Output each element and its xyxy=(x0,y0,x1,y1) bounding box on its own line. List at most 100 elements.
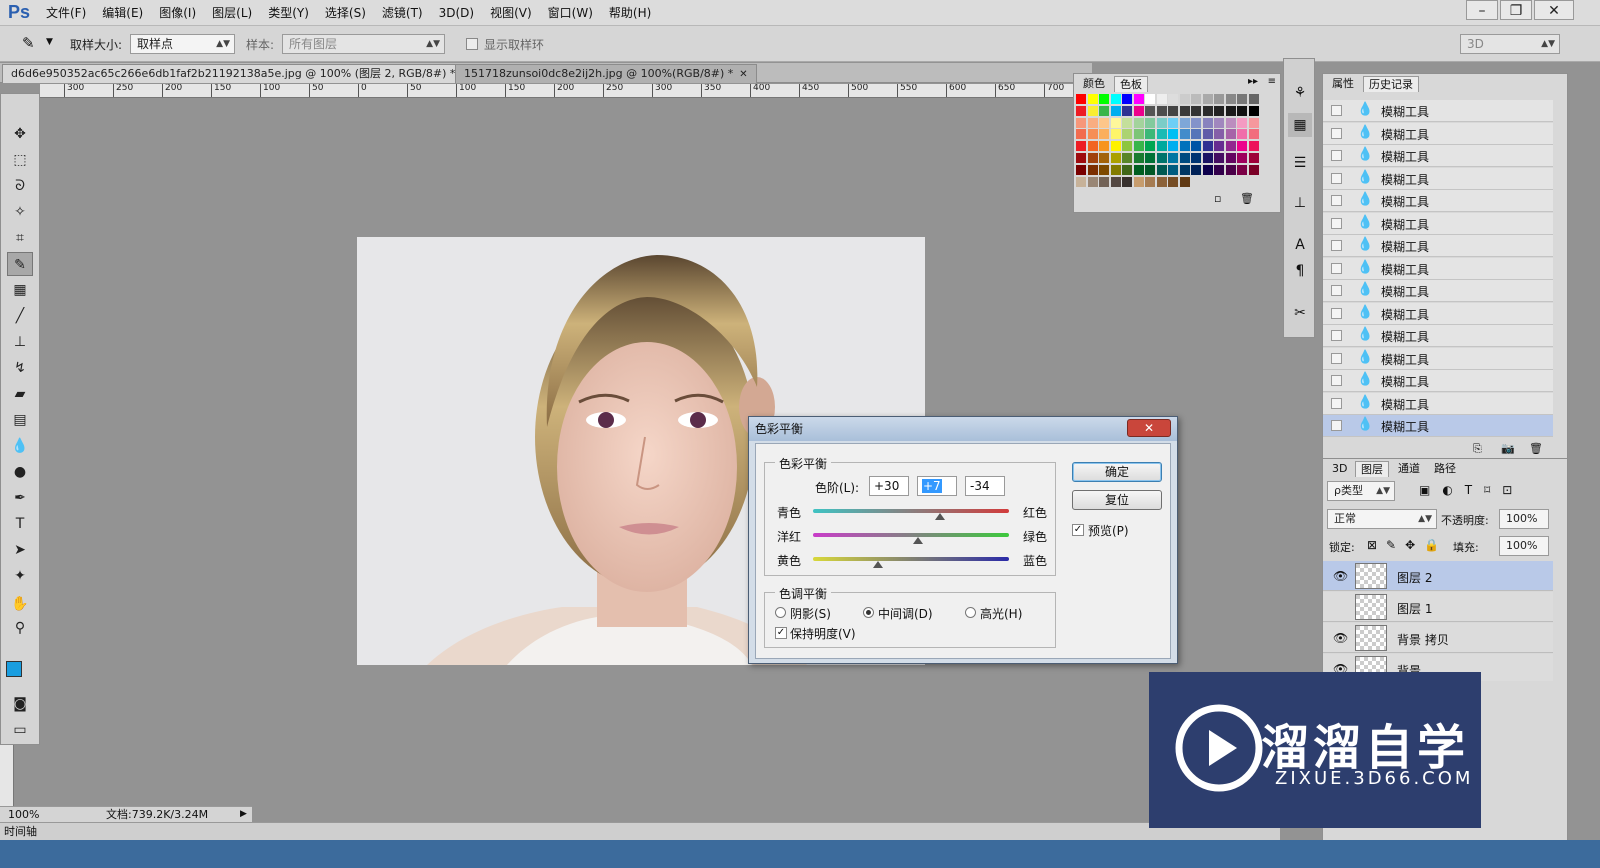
history-snapshot-checkbox[interactable] xyxy=(1331,375,1342,386)
color-swatch[interactable] xyxy=(1099,153,1109,163)
character-icon[interactable]: A xyxy=(1288,233,1312,257)
sample-size-select[interactable]: 取样点 ▲▼ xyxy=(130,34,235,54)
color-swatch[interactable] xyxy=(1248,164,1259,175)
color-swatch[interactable] xyxy=(1099,176,1109,187)
color-swatch[interactable] xyxy=(1133,176,1144,187)
color-swatch[interactable] xyxy=(1076,105,1086,116)
color-swatch[interactable] xyxy=(1248,105,1259,116)
color-swatch[interactable] xyxy=(1225,94,1236,104)
history-snapshot-checkbox[interactable] xyxy=(1331,352,1342,364)
history-snapshot-checkbox[interactable] xyxy=(1331,262,1342,274)
eraser-tool-icon[interactable]: ▰ xyxy=(7,382,33,406)
color-swatch[interactable] xyxy=(1214,94,1224,104)
color-swatch[interactable] xyxy=(1076,176,1086,187)
color-swatch[interactable] xyxy=(1191,153,1201,163)
color-swatch[interactable] xyxy=(1110,94,1121,104)
tab-document-1[interactable]: d6d6e950352ac65c266e6db1faf2b21192138a5e… xyxy=(2,64,479,83)
color-swatch[interactable] xyxy=(1248,129,1259,140)
menu-image[interactable]: 图像(I) xyxy=(151,0,204,26)
color-swatch[interactable] xyxy=(1087,94,1098,104)
timeline-bar[interactable]: 时间轴 xyxy=(0,822,1280,840)
color-swatch[interactable] xyxy=(1202,153,1213,163)
cyan-red-slider-thumb[interactable] xyxy=(935,513,946,520)
color-swatch[interactable] xyxy=(1214,117,1224,128)
color-swatch[interactable] xyxy=(1076,94,1086,104)
new-document-from-state-icon[interactable]: ⎘ xyxy=(1473,442,1482,456)
menu-type[interactable]: 类型(Y) xyxy=(260,0,317,26)
menu-window[interactable]: 窗口(W) xyxy=(540,0,601,26)
color-swatch[interactable] xyxy=(1179,105,1190,116)
workspace-select[interactable]: 3D ▲▼ xyxy=(1460,34,1560,54)
magenta-green-slider-thumb[interactable] xyxy=(912,537,923,544)
color-swatch[interactable] xyxy=(1145,105,1155,116)
history-snapshot-checkbox[interactable] xyxy=(1331,195,1342,206)
color-swatch[interactable] xyxy=(1122,129,1132,140)
color-swatch[interactable] xyxy=(1179,129,1190,140)
color-swatch[interactable] xyxy=(1191,164,1201,175)
color-swatch[interactable] xyxy=(1099,141,1109,152)
color-swatch[interactable] xyxy=(1122,164,1132,175)
panel-collapse-icon[interactable]: ▸▸ xyxy=(1248,76,1258,87)
menu-3d[interactable]: 3D(D) xyxy=(431,0,482,26)
color-swatch[interactable] xyxy=(1087,141,1098,152)
color-swatch[interactable] xyxy=(1168,153,1178,163)
color-swatch[interactable] xyxy=(1156,129,1167,140)
history-item[interactable]: 💧 模糊工具 xyxy=(1323,302,1553,325)
color-swatch[interactable] xyxy=(1099,117,1109,128)
ok-button[interactable]: 确定 xyxy=(1072,462,1162,482)
color-swatch[interactable] xyxy=(1087,164,1098,175)
history-snapshot-checkbox[interactable] xyxy=(1331,330,1342,341)
color-swatch[interactable] xyxy=(1237,94,1247,104)
tab-3d[interactable]: 3D xyxy=(1327,461,1352,477)
layer-row[interactable]: 👁 图层 2 xyxy=(1323,561,1553,591)
color-swatch[interactable] xyxy=(1087,153,1098,163)
yellow-blue-track[interactable] xyxy=(813,557,1009,561)
color-swatch[interactable] xyxy=(1225,141,1236,152)
color-swatch[interactable] xyxy=(1133,164,1144,175)
color-swatch[interactable] xyxy=(1202,129,1213,140)
stamp-tool-icon[interactable]: ⊥ xyxy=(7,330,33,354)
history-snapshot-checkbox[interactable] xyxy=(1331,285,1342,296)
color-swatch[interactable] xyxy=(1099,105,1109,116)
color-swatch[interactable] xyxy=(1156,176,1167,187)
tab-channels[interactable]: 通道 xyxy=(1393,461,1425,477)
color-swatch[interactable] xyxy=(1191,141,1201,152)
color-swatch[interactable] xyxy=(1202,94,1213,104)
tab-swatches[interactable]: 色板 xyxy=(1114,76,1148,92)
color-swatch[interactable] xyxy=(1179,153,1190,163)
color-swatch[interactable] xyxy=(1122,141,1132,152)
color-swatch[interactable] xyxy=(1179,141,1190,152)
color-swatch[interactable] xyxy=(1133,94,1144,104)
color-swatch[interactable] xyxy=(1191,105,1201,116)
history-item[interactable]: 💧 模糊工具 xyxy=(1323,415,1553,437)
color-swatch[interactable] xyxy=(1179,164,1190,175)
clone-source-icon[interactable]: ⊥ xyxy=(1288,191,1312,215)
history-item[interactable]: 💧 模糊工具 xyxy=(1323,167,1553,190)
healing-tool-icon[interactable]: ▦ xyxy=(7,278,33,302)
color-swatch[interactable] xyxy=(1168,164,1178,175)
cyan-red-input[interactable]: +30 xyxy=(869,476,909,496)
color-swatch[interactable] xyxy=(1076,129,1086,140)
preview-checkbox[interactable]: ✓ xyxy=(1072,524,1084,536)
color-swatch[interactable] xyxy=(1202,105,1213,116)
color-swatch[interactable] xyxy=(1248,94,1259,104)
visibility-eye-icon[interactable]: 👁 xyxy=(1333,631,1348,645)
yellow-blue-input[interactable]: -34 xyxy=(965,476,1005,496)
color-swatch[interactable] xyxy=(1214,141,1224,152)
color-swatch[interactable] xyxy=(1110,153,1121,163)
blend-mode-select[interactable]: 正常 ▲▼ xyxy=(1327,509,1437,529)
marquee-tool-icon[interactable]: ⬚ xyxy=(7,148,33,172)
zoom-level[interactable]: 100% xyxy=(8,807,39,822)
color-swatch[interactable] xyxy=(1122,94,1132,104)
color-swatch[interactable] xyxy=(1237,129,1247,140)
midtones-radio[interactable] xyxy=(863,607,874,618)
preserve-luminosity-label[interactable]: 保持明度(V) xyxy=(790,625,856,642)
close-tab-icon[interactable]: ✕ xyxy=(739,69,747,80)
color-swatch[interactable] xyxy=(1248,117,1259,128)
color-swatch[interactable] xyxy=(1214,105,1224,116)
color-swatch[interactable] xyxy=(1099,129,1109,140)
menu-view[interactable]: 视图(V) xyxy=(482,0,540,26)
color-swatch[interactable] xyxy=(1122,153,1132,163)
lasso-tool-icon[interactable]: ᘐ xyxy=(7,174,33,198)
menu-file[interactable]: 文件(F) xyxy=(38,0,94,26)
